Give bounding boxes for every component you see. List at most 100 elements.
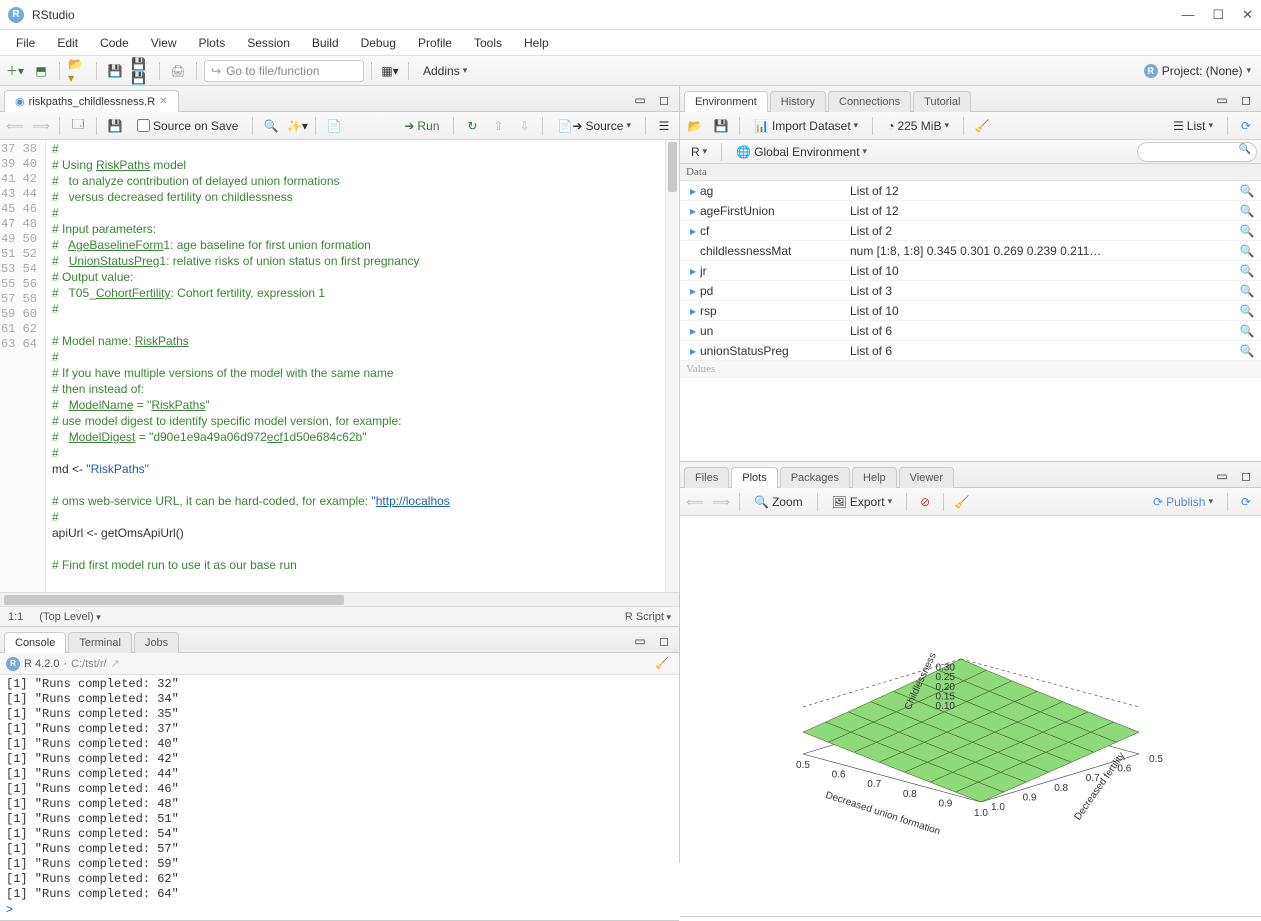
expand-icon[interactable]: ▸ <box>686 344 700 358</box>
source-tab[interactable]: ◉ riskpaths_childlessness.R ✕ <box>4 90 179 112</box>
inspect-icon[interactable]: 🔍 <box>1239 224 1255 238</box>
rerun-button[interactable]: ↻ <box>461 115 483 137</box>
inspect-icon[interactable]: 🔍 <box>1239 184 1255 198</box>
env-tab-environment[interactable]: Environment <box>684 91 768 112</box>
editor-code[interactable]: # # Using RiskPaths model # to analyze c… <box>46 140 679 592</box>
plot-tab-packages[interactable]: Packages <box>780 467 850 488</box>
plot-next-button[interactable]: ⟹ <box>710 491 732 513</box>
expand-icon[interactable]: ▸ <box>686 284 700 298</box>
inspect-icon[interactable]: 🔍 <box>1239 344 1255 358</box>
print-button[interactable]: 🖨 <box>167 60 189 82</box>
language-dropdown[interactable]: R Script <box>625 611 671 623</box>
clear-console-button[interactable]: 🧹 <box>651 653 673 675</box>
expand-icon[interactable]: ▸ <box>686 264 700 278</box>
env-row[interactable]: ▸cfList of 2🔍 <box>680 221 1261 241</box>
console-minimize-icon[interactable]: ▭ <box>629 630 651 652</box>
go-down-button[interactable]: ⇩ <box>513 115 535 137</box>
save-all-button[interactable]: 💾💾 <box>130 60 152 82</box>
plot-minimize-icon[interactable]: ▭ <box>1211 465 1233 487</box>
project-dropdown[interactable]: R Project: (None) <box>1138 64 1257 78</box>
working-directory[interactable]: C:/tst/r/ <box>71 658 106 670</box>
env-row[interactable]: childlessnessMatnum [1:8, 1:8] 0.345 0.3… <box>680 241 1261 261</box>
expand-icon[interactable]: ▸ <box>686 204 700 218</box>
open-file-button[interactable]: 📂▾ <box>67 60 89 82</box>
menu-profile[interactable]: Profile <box>408 33 462 53</box>
env-minimize-icon[interactable]: ▭ <box>1211 89 1233 111</box>
language-scope[interactable]: R <box>684 142 714 162</box>
source-on-save-input[interactable] <box>137 119 150 132</box>
env-row[interactable]: ▸ageFirstUnionList of 12🔍 <box>680 201 1261 221</box>
back-button[interactable]: ⟸ <box>4 115 26 137</box>
source-minimize-icon[interactable]: ▭ <box>629 89 651 111</box>
inspect-icon[interactable]: 🔍 <box>1239 264 1255 278</box>
expand-icon[interactable]: ▸ <box>686 304 700 318</box>
menu-plots[interactable]: Plots <box>189 33 236 53</box>
refresh-plot-button[interactable]: ⟳ <box>1235 491 1257 513</box>
console-output[interactable]: [1] "Runs completed: 32" [1] "Runs compl… <box>0 675 679 920</box>
save-workspace-button[interactable]: 💾 <box>710 115 732 137</box>
save-button[interactable]: 💾 <box>104 60 126 82</box>
console-maximize-icon[interactable]: ◻ <box>653 630 675 652</box>
plot-tab-viewer[interactable]: Viewer <box>899 467 954 488</box>
environment-scope[interactable]: 🌐 Global Environment <box>729 142 874 162</box>
env-row[interactable]: ▸unList of 6🔍 <box>680 321 1261 341</box>
editor-vscrollbar[interactable] <box>665 140 679 592</box>
plot-tab-files[interactable]: Files <box>684 467 729 488</box>
source-maximize-icon[interactable]: ◻ <box>653 89 675 111</box>
save-source-button[interactable]: 💾 <box>104 115 126 137</box>
expand-icon[interactable]: ▸ <box>686 324 700 338</box>
refresh-env-button[interactable]: ⟳ <box>1235 115 1257 137</box>
menu-help[interactable]: Help <box>514 33 559 53</box>
env-search-input[interactable] <box>1137 142 1257 162</box>
export-dropdown[interactable]: 🖼 Export <box>825 492 899 512</box>
inspect-icon[interactable]: 🔍 <box>1239 284 1255 298</box>
console-tab-terminal[interactable]: Terminal <box>68 632 132 653</box>
wd-popup-icon[interactable]: ↗ <box>111 657 120 670</box>
source-editor[interactable]: 37 38 39 40 41 42 43 44 45 46 47 48 49 5… <box>0 140 679 592</box>
memory-usage[interactable]: ◔ 225 MiB <box>880 116 956 136</box>
plot-prev-button[interactable]: ⟸ <box>684 491 706 513</box>
inspect-icon[interactable]: 🔍 <box>1239 304 1255 318</box>
clear-workspace-button[interactable]: 🧹 <box>971 115 993 137</box>
show-in-new-window-button[interactable]: 🗔 <box>67 115 89 137</box>
env-row[interactable]: ▸unionStatusPregList of 6🔍 <box>680 341 1261 361</box>
menu-file[interactable]: File <box>6 33 45 53</box>
inspect-icon[interactable]: 🔍 <box>1239 244 1255 258</box>
console-tab-console[interactable]: Console <box>4 632 66 653</box>
expand-icon[interactable]: ▸ <box>686 224 700 238</box>
maximize-icon[interactable]: ☐ <box>1212 7 1224 23</box>
inspect-icon[interactable]: 🔍 <box>1239 204 1255 218</box>
view-mode-dropdown[interactable]: ☰ List <box>1166 116 1220 136</box>
go-up-button[interactable]: ⇧ <box>487 115 509 137</box>
find-button[interactable]: 🔍 <box>260 115 282 137</box>
environment-list[interactable]: Data▸agList of 12🔍▸ageFirstUnionList of … <box>680 164 1261 461</box>
new-file-button[interactable]: ＋▾ <box>4 60 26 82</box>
source-tab-close[interactable]: ✕ <box>159 96 167 107</box>
env-row[interactable]: ▸rspList of 10🔍 <box>680 301 1261 321</box>
run-button[interactable]: ➔ Run <box>397 116 446 136</box>
compile-report-button[interactable]: 📄 <box>323 115 345 137</box>
publish-dropdown[interactable]: ⟳ Publish <box>1146 492 1220 512</box>
env-row[interactable]: ▸jrList of 10🔍 <box>680 261 1261 281</box>
env-maximize-icon[interactable]: ◻ <box>1235 89 1257 111</box>
goto-file-input[interactable]: ↪ Go to file/function <box>204 60 364 82</box>
code-tools-button[interactable]: ✨▾ <box>286 115 308 137</box>
forward-button[interactable]: ⟹ <box>30 115 52 137</box>
load-workspace-button[interactable]: 📂 <box>684 115 706 137</box>
plot-tab-plots[interactable]: Plots <box>731 467 777 488</box>
plot-tab-help[interactable]: Help <box>852 467 897 488</box>
scope-dropdown[interactable]: (Top Level) <box>39 611 100 623</box>
env-tab-connections[interactable]: Connections <box>828 91 911 112</box>
minimize-icon[interactable]: — <box>1181 7 1194 23</box>
plot-maximize-icon[interactable]: ◻ <box>1235 465 1257 487</box>
addins-dropdown[interactable]: Addins <box>416 61 474 81</box>
import-dataset-dropdown[interactable]: 📊 Import Dataset <box>747 116 865 136</box>
env-row[interactable]: ▸pdList of 3🔍 <box>680 281 1261 301</box>
console-tab-jobs[interactable]: Jobs <box>134 632 179 653</box>
menu-tools[interactable]: Tools <box>464 33 512 53</box>
source-on-save-checkbox[interactable]: Source on Save <box>130 116 245 136</box>
source-dropdown-button[interactable]: 📄➔ Source <box>550 116 638 136</box>
remove-plot-button[interactable]: ⊘ <box>914 491 936 513</box>
menu-code[interactable]: Code <box>90 33 139 53</box>
env-tab-tutorial[interactable]: Tutorial <box>913 91 971 112</box>
